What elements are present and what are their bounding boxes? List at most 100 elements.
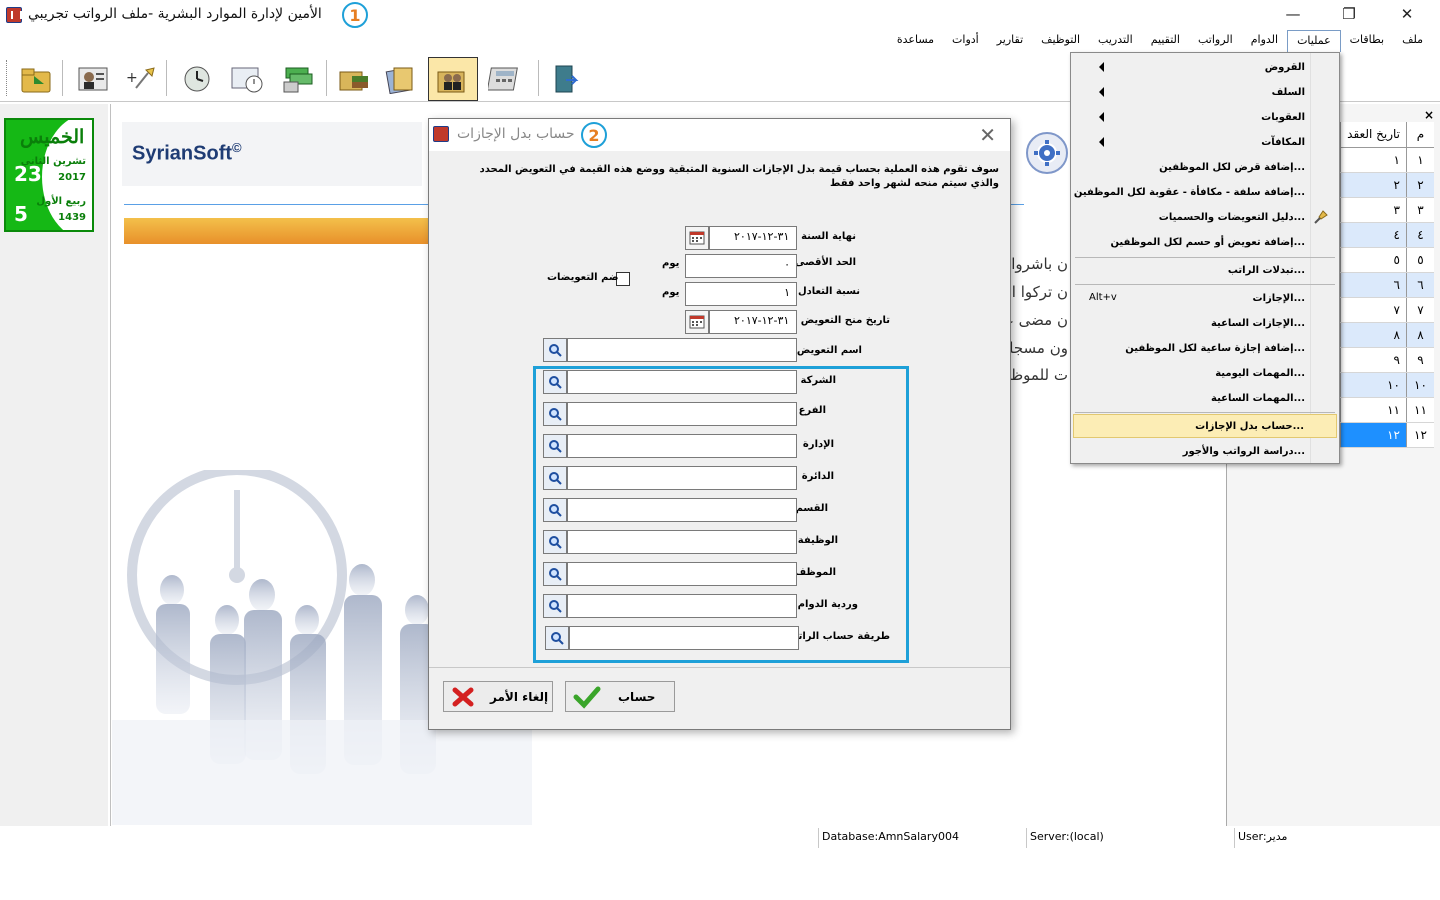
dialog-close-button[interactable]: ✕ bbox=[979, 123, 996, 147]
equivalence-ratio-field[interactable]: ١ bbox=[685, 282, 797, 306]
section-label: القسم bbox=[795, 503, 828, 514]
branch-field[interactable] bbox=[567, 402, 797, 426]
menu-item-compensation-guide[interactable]: دليل التعويضات والحسميات... bbox=[1073, 205, 1337, 229]
grant-date-field[interactable]: ٣١-١٢-٢٠١٧ bbox=[709, 310, 797, 334]
calendar-gregorian-month: تشرين الثاني bbox=[20, 156, 86, 167]
minimize-button[interactable]: — bbox=[1270, 2, 1316, 26]
add-employee-icon[interactable]: + bbox=[120, 58, 162, 100]
max-limit-label: الحد الأقصى bbox=[794, 257, 856, 268]
cancel-button[interactable]: إلغاء الأمر bbox=[443, 681, 553, 712]
compensation-name-label: اسم التعويض bbox=[796, 345, 862, 356]
search-icon[interactable] bbox=[543, 530, 567, 554]
exit-icon[interactable] bbox=[544, 58, 586, 100]
menu-item-loans[interactable]: القروض bbox=[1073, 55, 1337, 79]
menu-item-hourly-vacations[interactable]: الإجازات الساعية... bbox=[1073, 311, 1337, 335]
toolbar-grip[interactable] bbox=[6, 60, 10, 96]
menu-attendance[interactable]: الدوام bbox=[1242, 30, 1287, 52]
search-icon[interactable] bbox=[543, 562, 567, 586]
money-icon[interactable] bbox=[278, 58, 320, 100]
menu-item-vacations[interactable]: Alt+v الإجازات... bbox=[1073, 286, 1337, 310]
search-icon[interactable] bbox=[543, 434, 567, 458]
search-icon[interactable] bbox=[543, 498, 567, 522]
calendar-icon[interactable] bbox=[685, 310, 709, 334]
import-icon[interactable] bbox=[16, 58, 58, 100]
grid-cell: ٩ bbox=[1340, 348, 1406, 372]
year-end-field[interactable]: ٣١-١٢-٢٠١٧ bbox=[709, 226, 797, 250]
step-badge-1: 1 bbox=[342, 2, 368, 28]
grid-header-num[interactable]: م bbox=[1406, 122, 1434, 147]
salary-method-field[interactable] bbox=[569, 626, 799, 650]
job-label: الوظيفة bbox=[797, 535, 838, 546]
restore-button[interactable]: ❐ bbox=[1326, 2, 1372, 26]
menu-item-bonuses[interactable]: المكافآت bbox=[1073, 130, 1337, 154]
menu-help[interactable]: مساعدة bbox=[888, 30, 943, 52]
menu-salaries[interactable]: الرواتب bbox=[1189, 30, 1242, 52]
logo-panel: SyrianSoft© bbox=[122, 122, 422, 186]
company-field[interactable] bbox=[567, 370, 797, 394]
grid-cell: ٨ bbox=[1340, 323, 1406, 347]
menu-training[interactable]: التدريب bbox=[1089, 30, 1142, 52]
background-text-4: ون مسجلو bbox=[1008, 339, 1068, 357]
menu-reports[interactable]: تقارير bbox=[988, 30, 1032, 52]
calendar-day-name: الخميس bbox=[20, 126, 85, 148]
search-icon[interactable] bbox=[543, 466, 567, 490]
menu-recruitment[interactable]: التوظيف bbox=[1032, 30, 1089, 52]
search-icon[interactable] bbox=[543, 370, 567, 394]
menu-item-add-advance-all[interactable]: إضافة سلفة - مكافأة - عقوبة لكل الموظفين… bbox=[1073, 180, 1337, 204]
employee-field[interactable] bbox=[567, 562, 797, 586]
menu-item-vacation-allowance[interactable]: حساب بدل الإجازات... bbox=[1073, 414, 1337, 438]
pin-icon bbox=[1314, 210, 1328, 224]
menu-item-add-loan-all[interactable]: إضافة قرض لكل الموظفين... bbox=[1073, 155, 1337, 179]
menu-operations[interactable]: عمليات bbox=[1287, 30, 1341, 52]
grid-cell: ٥ bbox=[1340, 248, 1406, 272]
section-field[interactable] bbox=[567, 498, 797, 522]
menu-cards[interactable]: بطاقات bbox=[1341, 30, 1393, 52]
menu-item-salary-changes[interactable]: تبدلات الراتب... bbox=[1073, 258, 1337, 282]
calculator-icon[interactable] bbox=[484, 58, 526, 100]
grid-close-button[interactable]: × bbox=[1424, 108, 1434, 122]
search-icon[interactable] bbox=[543, 338, 567, 362]
employees-icon[interactable] bbox=[428, 57, 478, 101]
step-badge-2: 2 bbox=[581, 122, 607, 148]
clock-icon[interactable] bbox=[176, 58, 218, 100]
directorate-label: الدائرة bbox=[801, 471, 834, 482]
grid-header-date[interactable]: تاريخ العقد bbox=[1340, 122, 1406, 147]
max-limit-field[interactable]: ٠ bbox=[685, 254, 797, 278]
grid-cell: ١١ bbox=[1340, 398, 1406, 422]
close-button[interactable]: ✕ bbox=[1384, 2, 1430, 26]
salary-method-label: طريقة حساب الراتب bbox=[788, 631, 890, 642]
search-icon[interactable] bbox=[543, 594, 567, 618]
shift-field[interactable] bbox=[567, 594, 797, 618]
attendance-icon[interactable] bbox=[226, 58, 268, 100]
max-limit-unit: يوم bbox=[662, 258, 680, 269]
calendar-icon[interactable] bbox=[685, 226, 709, 250]
menu-item-advances[interactable]: السلف bbox=[1073, 80, 1337, 104]
directorate-field[interactable] bbox=[567, 466, 797, 490]
compensation-name-field[interactable] bbox=[567, 338, 797, 362]
calculate-button[interactable]: حساب bbox=[565, 681, 675, 712]
job-field[interactable] bbox=[567, 530, 797, 554]
books-icon[interactable] bbox=[334, 58, 376, 100]
menu-item-hourly-tasks[interactable]: المهمات الساعية... bbox=[1073, 386, 1337, 410]
menu-item-add-hourly-vacation-all[interactable]: إضافة إجازة ساعية لكل الموظفين... bbox=[1073, 336, 1337, 360]
menu-tools[interactable]: أدوات bbox=[943, 30, 988, 52]
menu-item-penalties[interactable]: العقوبات bbox=[1073, 105, 1337, 129]
employee-card-icon[interactable] bbox=[72, 58, 114, 100]
administration-field[interactable] bbox=[567, 434, 797, 458]
search-icon[interactable] bbox=[545, 626, 569, 650]
grid-cell: ١١ bbox=[1406, 398, 1434, 422]
menu-item-add-compensation-all[interactable]: إضافة تعويض أو حسم لكل الموظفين... bbox=[1073, 230, 1337, 254]
grid-cell: ٢ bbox=[1340, 173, 1406, 197]
menu-item-daily-tasks[interactable]: المهمات اليومية... bbox=[1073, 361, 1337, 385]
title-bar: الأمين لإدارة الموارد البشرية -ملف الروا… bbox=[0, 0, 1440, 30]
merge-compensations-label: ضم التعويضات bbox=[547, 272, 619, 283]
menu-evaluation[interactable]: التقييم bbox=[1142, 30, 1189, 52]
background-text-3: ن مضى علي bbox=[1008, 311, 1068, 329]
gear-icon[interactable] bbox=[1026, 132, 1068, 174]
documents-icon[interactable] bbox=[380, 58, 422, 100]
app-logo-icon bbox=[433, 126, 449, 142]
orange-banner bbox=[124, 218, 432, 244]
search-icon[interactable] bbox=[543, 402, 567, 426]
menu-item-salary-study[interactable]: دراسة الرواتب والأجور... bbox=[1073, 439, 1337, 463]
menu-file[interactable]: ملف bbox=[1393, 30, 1432, 52]
